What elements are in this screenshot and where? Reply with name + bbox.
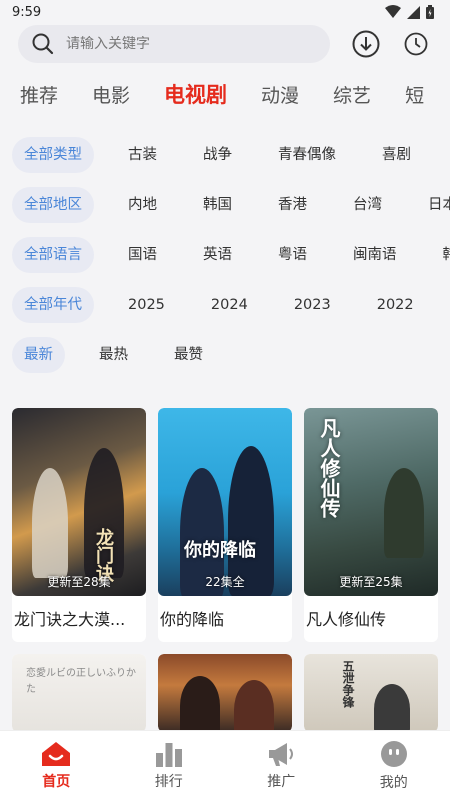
filter-year-chip[interactable]: 全部年代 <box>12 287 94 323</box>
poster-image: 凡人修仙传 更新至25集 <box>304 408 438 596</box>
download-icon[interactable] <box>352 30 380 58</box>
poster-image: 你的降临 22集全 <box>158 408 292 596</box>
nav-ranking[interactable]: 排行 <box>129 741 209 791</box>
show-card[interactable]: 龙门诀 更新至28集 龙门诀之大漠... <box>12 408 146 642</box>
filter-type-chip[interactable]: 家庭 <box>445 137 450 173</box>
show-title: 龙门诀之大漠... <box>14 610 126 629</box>
profile-icon <box>380 740 407 767</box>
poster-image <box>158 654 292 732</box>
filter-language-chip[interactable]: 闽南语 <box>341 237 409 273</box>
filter-language-chip[interactable]: 国语 <box>116 237 169 273</box>
search-row <box>0 24 450 64</box>
chart-icon <box>155 742 182 767</box>
filter-type-chip[interactable]: 古装 <box>116 137 169 173</box>
show-title: 你的降临 <box>160 610 225 629</box>
tab-tv-series[interactable]: 电视剧 <box>164 79 227 109</box>
show-card[interactable]: 凡人修仙传 更新至25集 凡人修仙传 <box>304 408 438 642</box>
sort-chip[interactable]: 最新 <box>12 337 65 373</box>
battery-icon <box>426 5 434 19</box>
search-box[interactable] <box>18 25 330 63</box>
episode-badge: 22集全 <box>205 575 245 589</box>
nav-label: 推广 <box>267 773 296 790</box>
filter-region-chip[interactable]: 台湾 <box>341 187 394 223</box>
search-input[interactable] <box>66 36 296 52</box>
show-card[interactable] <box>158 654 292 732</box>
poster-title-art: 凡人修仙传 <box>317 418 341 518</box>
nav-label: 排行 <box>154 773 183 790</box>
poster-title-art: 五泄争锋 <box>341 660 355 708</box>
poster-image: 龙门诀 更新至28集 <box>12 408 146 596</box>
tab-anime[interactable]: 动漫 <box>261 81 299 108</box>
home-icon <box>42 741 71 766</box>
category-tabs: 推荐 电影 电视剧 动漫 综艺 短 <box>0 68 450 120</box>
poster-title-art: 你的降临 <box>184 540 256 561</box>
filter-year-chip[interactable]: 2023 <box>282 287 343 323</box>
filter-language-chip[interactable]: 粤语 <box>266 237 319 273</box>
filter-row-language: 全部语言 国语 英语 粤语 闽南语 韩语 <box>0 230 450 280</box>
nav-promote[interactable]: 推广 <box>241 741 321 791</box>
filter-year-chip[interactable]: 2025 <box>116 287 177 323</box>
filter-year-chip[interactable]: 2022 <box>365 287 426 323</box>
sort-chip[interactable]: 最热 <box>87 337 140 373</box>
tab-movie[interactable]: 电影 <box>92 81 130 108</box>
filter-type-chip[interactable]: 战争 <box>191 137 244 173</box>
filter-row-sort: 最新 最热 最赞 <box>0 330 450 380</box>
filter-language-chip[interactable]: 韩语 <box>431 237 450 273</box>
filter-panel: 全部类型 古装 战争 青春偶像 喜剧 家庭 全部地区 内地 韩国 香港 台湾 日… <box>0 120 450 380</box>
filter-region-chip[interactable]: 日本 <box>416 187 450 223</box>
search-icon <box>32 33 54 55</box>
filter-type-chip[interactable]: 全部类型 <box>12 137 94 173</box>
filter-language-chip[interactable]: 英语 <box>191 237 244 273</box>
nav-profile[interactable]: 我的 <box>354 740 434 792</box>
filter-year-chip[interactable]: 2024 <box>199 287 260 323</box>
episode-badge: 更新至28集 <box>47 575 111 589</box>
show-card[interactable]: 你的降临 22集全 你的降临 <box>158 408 292 642</box>
tab-variety[interactable]: 综艺 <box>333 81 371 108</box>
poster-image: 恋愛ルビの正しいふりかた <box>12 654 146 732</box>
show-card[interactable]: 五泄争锋 <box>304 654 438 732</box>
megaphone-icon <box>269 742 294 766</box>
filter-type-chip[interactable]: 青春偶像 <box>266 137 348 173</box>
filter-row-region: 全部地区 内地 韩国 香港 台湾 日本 <box>0 180 450 230</box>
nav-home[interactable]: 首页 <box>16 741 96 791</box>
filter-type-chip[interactable]: 喜剧 <box>370 137 423 173</box>
filter-row-type: 全部类型 古装 战争 青春偶像 喜剧 家庭 <box>0 130 450 180</box>
episode-badge: 更新至25集 <box>339 575 403 589</box>
wifi-icon <box>385 5 401 18</box>
poster-image: 五泄争锋 <box>304 654 438 732</box>
nav-label: 首页 <box>42 773 71 790</box>
filter-language-chip[interactable]: 全部语言 <box>12 237 94 273</box>
filter-region-chip[interactable]: 香港 <box>266 187 319 223</box>
nav-label: 我的 <box>379 774 408 791</box>
show-title: 凡人修仙传 <box>306 610 387 629</box>
filter-region-chip[interactable]: 内地 <box>116 187 169 223</box>
signal-icon <box>407 5 420 19</box>
history-icon[interactable] <box>404 32 428 56</box>
filter-region-chip[interactable]: 韩国 <box>191 187 244 223</box>
tab-short[interactable]: 短 <box>405 81 424 108</box>
poster-title-art: 恋愛ルビの正しいふりかた <box>26 668 136 695</box>
show-card[interactable]: 恋愛ルビの正しいふりかた <box>12 654 146 732</box>
tab-recommend[interactable]: 推荐 <box>20 81 58 108</box>
filter-region-chip[interactable]: 全部地区 <box>12 187 94 223</box>
show-grid: 龙门诀 更新至28集 龙门诀之大漠... 你的降临 22集全 你的降临 凡人修仙… <box>0 408 450 732</box>
bottom-nav: 首页 排行 推广 我的 <box>0 730 450 800</box>
status-bar: 9:59 <box>0 0 450 24</box>
filter-row-year: 全部年代 2025 2024 2023 2022 2021 <box>0 280 450 330</box>
sort-chip[interactable]: 最赞 <box>162 337 215 373</box>
status-time: 9:59 <box>12 4 42 20</box>
